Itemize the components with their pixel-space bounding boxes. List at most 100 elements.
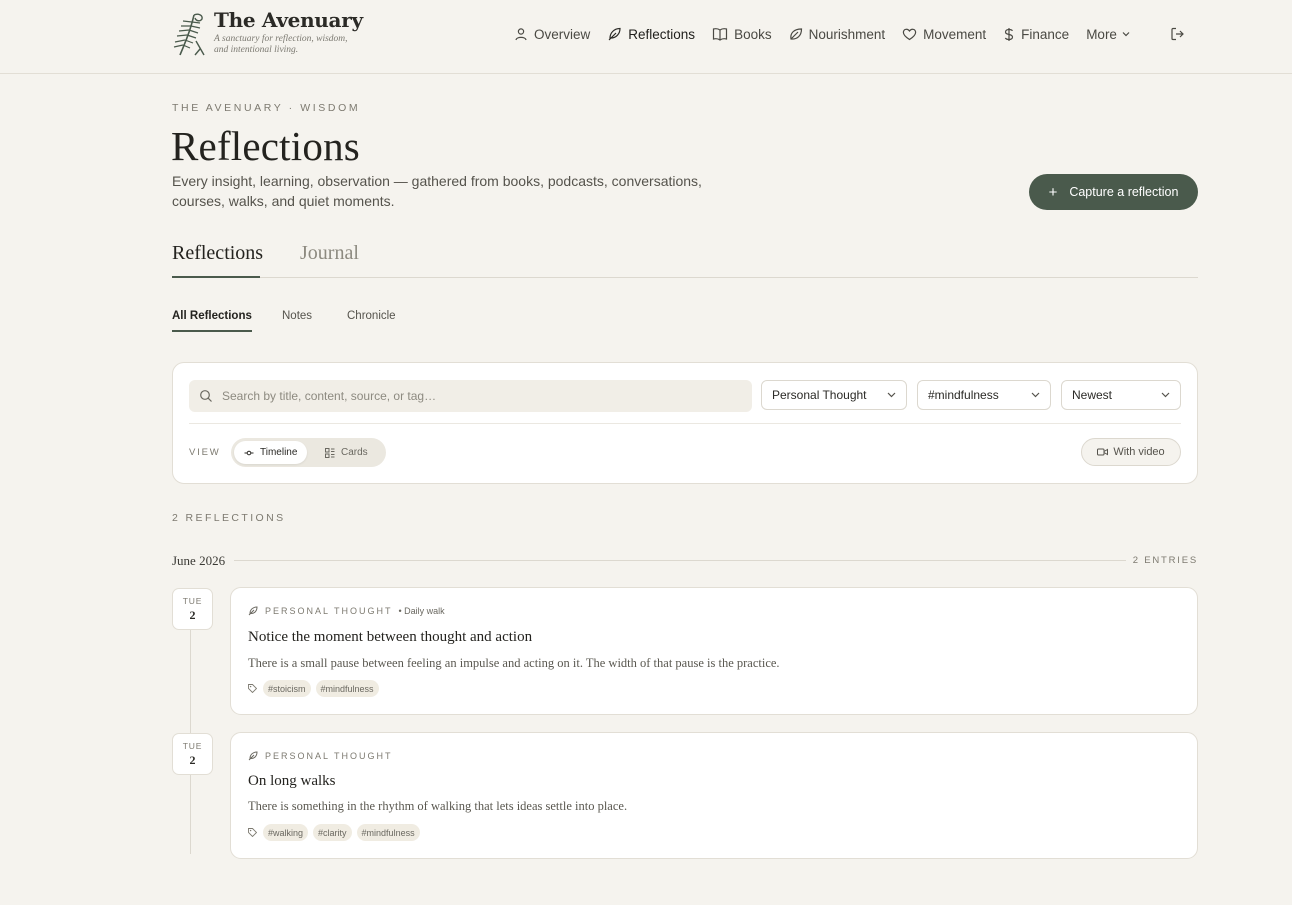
subtab-chronicle[interactable]: Chronicle [347, 310, 396, 322]
category-select-value: Personal Thought [772, 388, 867, 402]
view-option-cards[interactable]: Cards [315, 441, 378, 464]
main-nav: Overview Reflections Books Nourishment M… [514, 24, 1130, 44]
active-tab-indicator [172, 276, 260, 278]
capture-reflection-label: Capture a reflection [1069, 185, 1179, 199]
entry-body: There is a small pause between feeling a… [248, 656, 780, 670]
filter-panel: Personal Thought #mindfulness Newest VIE… [172, 362, 1198, 484]
tab-journal[interactable]: Journal [300, 242, 359, 265]
active-subtab-indicator [172, 330, 252, 332]
entry-day-of-week: TUE [182, 596, 203, 606]
dollar-icon [1004, 27, 1014, 41]
tag-chip[interactable]: #walking [263, 824, 309, 841]
reflection-entry-card[interactable]: PERSONAL THOUGHT • Daily walk Notice the… [230, 587, 1198, 715]
page-description: Every insight, learning, observation — g… [172, 173, 702, 209]
tab-reflections[interactable]: Reflections [172, 242, 263, 265]
nav-item-label: Nourishment [808, 26, 886, 42]
month-name: June 2026 [172, 553, 226, 568]
brand[interactable]: The Avenuary A sanctuary for reflection,… [170, 9, 363, 57]
nav-more-label: More [1086, 26, 1117, 42]
nav-item-label: Finance [1021, 26, 1070, 42]
nav-item-label: Reflections [628, 26, 696, 42]
sort-select-value: Newest [1072, 388, 1113, 402]
entry-meta: PERSONAL THOUGHT • Daily walk [248, 606, 445, 616]
search-input[interactable] [222, 389, 722, 403]
nav-item-label: Movement [923, 26, 987, 42]
feather-icon [248, 751, 258, 761]
search-box[interactable] [189, 380, 752, 412]
video-camera-icon [1097, 448, 1109, 456]
nav-item-nourishment[interactable]: Nourishment [789, 26, 886, 42]
view-toggle: Timeline Cards [231, 438, 386, 467]
brand-name: The Avenuary [214, 8, 363, 32]
entry-body: There is something in the rhythm of walk… [248, 799, 628, 813]
view-option-label: Cards [341, 447, 368, 458]
tag-chip[interactable]: #mindfulness [356, 824, 420, 841]
results-count: 2 REFLECTIONS [172, 512, 286, 524]
month-entry-count: 2 ENTRIES [1132, 555, 1198, 566]
feather-icon [248, 606, 258, 616]
nav-item-label: Overview [534, 26, 591, 42]
tag-select-value: #mindfulness [928, 388, 999, 402]
entry-title[interactable]: On long walks [248, 773, 336, 790]
chevron-down-icon [887, 392, 896, 398]
brand-tagline: A sanctuary for reflection, wisdom, and … [214, 34, 348, 55]
nav-more-dropdown[interactable]: More [1086, 27, 1130, 42]
entry-day-number: 2 [189, 608, 196, 622]
with-video-label: With video [1113, 446, 1165, 458]
search-icon [200, 390, 212, 402]
filter-divider [189, 423, 1181, 424]
tag-icon [248, 828, 257, 837]
tag-select[interactable]: #mindfulness [917, 380, 1051, 410]
nav-item-books[interactable]: Books [712, 27, 772, 42]
page-title: Reflections [171, 123, 360, 169]
main-tabs: Reflections Journal [172, 238, 1198, 278]
plus-icon: + [1048, 183, 1058, 201]
chevron-down-icon [1031, 392, 1040, 398]
with-video-toggle[interactable]: With video [1081, 438, 1181, 466]
entry-category: PERSONAL THOUGHT [265, 606, 393, 616]
entry-tags: #walking #clarity #mindfulness [248, 824, 425, 841]
entry-day-number: 2 [189, 753, 196, 767]
entry-date-badge: TUE 2 [172, 588, 213, 630]
grid-icon [325, 447, 335, 458]
page-eyebrow: THE AVENUARY · WISDOM [172, 102, 361, 114]
leaf-icon [789, 28, 802, 40]
fern-logo-icon [173, 13, 205, 56]
entry-source: • Daily walk [398, 606, 445, 616]
nav-item-label: Books [734, 26, 772, 42]
top-navigation-bar: The Avenuary A sanctuary for reflection,… [0, 0, 1292, 74]
heart-icon [902, 28, 917, 41]
entry-title[interactable]: Notice the moment between thought and ac… [248, 629, 532, 646]
month-group-header: June 2026 2 ENTRIES [172, 552, 1198, 570]
month-divider [234, 560, 1126, 561]
logout-icon[interactable] [1170, 26, 1186, 42]
reflection-entry-card[interactable]: PERSONAL THOUGHT On long walks There is … [230, 732, 1198, 859]
entry-category: PERSONAL THOUGHT [265, 751, 393, 761]
view-option-label: Timeline [260, 447, 298, 458]
timeline-icon [244, 450, 254, 455]
feather-icon [608, 27, 621, 41]
book-open-icon [712, 28, 728, 41]
subtab-notes[interactable]: Notes [282, 310, 312, 322]
category-select[interactable]: Personal Thought [761, 380, 907, 410]
tag-chip[interactable]: #mindfulness [315, 680, 379, 697]
subtab-all-reflections[interactable]: All Reflections [172, 310, 252, 322]
nav-item-movement[interactable]: Movement [902, 27, 986, 42]
chevron-down-icon [1161, 392, 1170, 398]
user-icon [515, 28, 527, 41]
tag-chip[interactable]: #clarity [313, 824, 352, 841]
tag-chip[interactable]: #stoicism [263, 680, 311, 697]
view-option-timeline[interactable]: Timeline [234, 441, 308, 464]
nav-item-reflections[interactable]: Reflections [607, 27, 695, 42]
entry-date-badge: TUE 2 [172, 733, 213, 775]
entry-tags: #stoicism #mindfulness [248, 680, 384, 697]
view-label: VIEW [189, 447, 221, 458]
nav-item-overview[interactable]: Overview [514, 27, 590, 42]
tag-icon [248, 684, 257, 693]
sort-select[interactable]: Newest [1061, 380, 1181, 410]
capture-reflection-button[interactable]: + Capture a reflection [1029, 174, 1198, 210]
chevron-down-icon [1122, 32, 1130, 37]
entry-meta: PERSONAL THOUGHT [248, 751, 393, 761]
nav-item-finance[interactable]: Finance [1003, 27, 1069, 42]
entry-day-of-week: TUE [182, 741, 203, 751]
